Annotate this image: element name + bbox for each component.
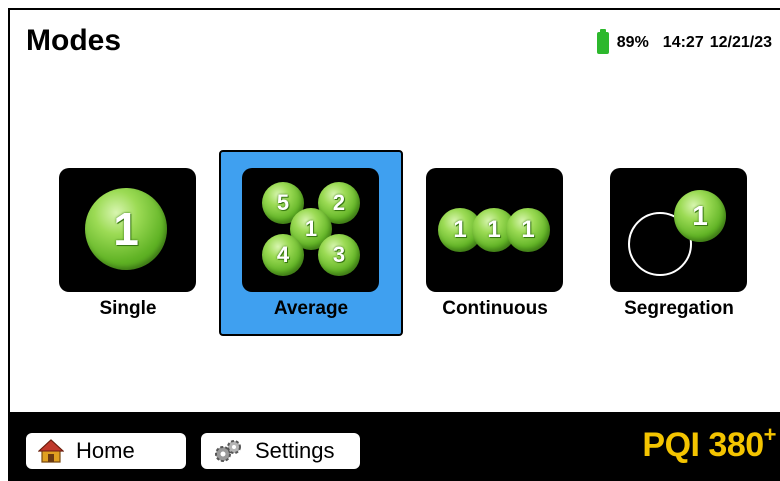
clock-date: 12/21/23 <box>709 34 772 51</box>
coin-icon: 1 <box>506 208 550 252</box>
mode-label: Average <box>273 298 349 319</box>
single-mode-icon: 1 <box>59 168 196 292</box>
continuous-mode-icon: 1 1 1 <box>426 168 563 292</box>
brand-logo: PQI 380+ <box>642 422 776 464</box>
home-button[interactable]: Home <box>26 433 186 469</box>
mode-segregation[interactable]: 1 Segregation <box>587 150 771 336</box>
clock-time: 14:27 <box>662 34 704 51</box>
mode-average[interactable]: 5 2 1 4 3 Average <box>219 150 403 336</box>
average-mode-icon: 5 2 1 4 3 <box>242 168 379 292</box>
page-title: Modes <box>26 24 122 57</box>
mode-label: Single <box>99 298 157 319</box>
mode-label: Continuous <box>442 298 548 319</box>
mode-label: Segregation <box>624 298 734 319</box>
mode-continuous[interactable]: 1 1 1 Continuous <box>403 150 587 336</box>
home-button-label: Home <box>76 438 135 463</box>
mode-selector: 1 Single 5 2 1 4 3 Average 1 1 1 Continu… <box>10 150 780 340</box>
settings-button-label: Settings <box>255 438 335 463</box>
home-icon <box>38 439 64 463</box>
coin-icon: 4 <box>262 234 304 276</box>
battery-icon <box>596 29 609 54</box>
coin-icon: 1 <box>674 190 726 242</box>
coin-icon: 1 <box>85 188 167 270</box>
mode-single[interactable]: 1 Single <box>36 150 220 336</box>
bottom-bar: Home Settings PQI 380+ <box>10 412 780 481</box>
gears-icon <box>215 440 241 462</box>
settings-button[interactable]: Settings <box>201 433 360 469</box>
battery-percent: 89% <box>616 34 649 51</box>
coin-icon: 3 <box>318 234 360 276</box>
device-screen: Modes 89% 14:27 12/21/23 1 Single 5 2 1 … <box>8 8 780 481</box>
segregation-mode-icon: 1 <box>610 168 747 292</box>
status-bar: 89% 14:27 12/21/23 <box>596 29 772 54</box>
